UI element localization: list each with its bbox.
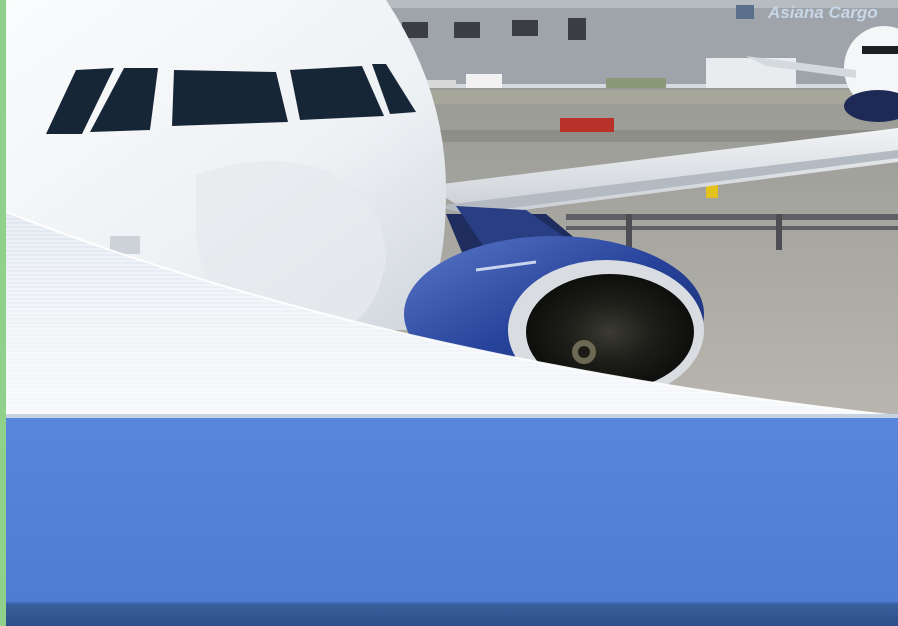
terminal-signage: Asiana Cargo bbox=[767, 3, 878, 22]
airport-photo: Asiana Cargo bbox=[6, 0, 898, 418]
blue-content-panel bbox=[6, 418, 898, 604]
footer-bar bbox=[6, 604, 898, 626]
hero-banner: Asiana Cargo bbox=[6, 0, 898, 418]
